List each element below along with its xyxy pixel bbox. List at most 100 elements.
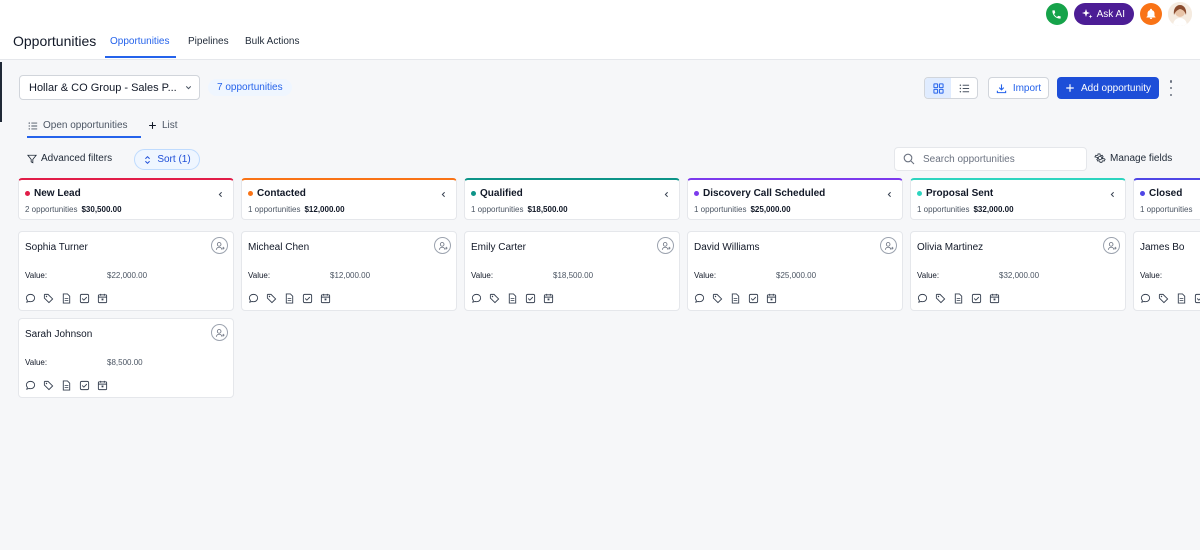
plus-icon: [1066, 84, 1074, 92]
sort-icon: [145, 155, 151, 164]
chevron-left-icon[interactable]: [216, 190, 225, 199]
comment-icon[interactable]: [25, 293, 36, 304]
document-icon[interactable]: [730, 293, 741, 304]
calendar-icon[interactable]: [97, 380, 108, 391]
document-icon[interactable]: [61, 293, 72, 304]
pipeline-select[interactable]: Hollar & CO Group - Sales P...: [19, 75, 200, 100]
more-options-button[interactable]: [1166, 80, 1176, 96]
advanced-filters-button[interactable]: Advanced filters: [27, 153, 112, 164]
import-label: Import: [1012, 82, 1042, 94]
tag-icon[interactable]: [935, 293, 946, 304]
import-button[interactable]: Import: [988, 77, 1049, 99]
calendar-icon[interactable]: [543, 293, 554, 304]
task-checkbox-icon[interactable]: [525, 293, 536, 304]
search-input[interactable]: [923, 153, 1073, 165]
chevron-left-icon[interactable]: [885, 190, 894, 199]
phone-button[interactable]: [1045, 3, 1068, 25]
list-icon: [959, 84, 969, 92]
gear-icon: [1094, 153, 1106, 163]
comment-icon[interactable]: [1140, 293, 1151, 304]
chevron-left-icon[interactable]: [662, 190, 671, 199]
opportunity-card[interactable]: David Williams Value: $25,000.00: [687, 231, 903, 311]
add-opportunity-button[interactable]: Add opportunity: [1057, 77, 1159, 99]
opportunity-card[interactable]: James Bo Value:: [1133, 231, 1200, 311]
advanced-filters-label: Advanced filters: [41, 153, 113, 164]
task-checkbox-icon[interactable]: [79, 380, 90, 391]
document-icon[interactable]: [61, 380, 72, 391]
document-icon[interactable]: [1176, 293, 1187, 304]
calendar-icon[interactable]: [97, 293, 108, 304]
task-checkbox-icon[interactable]: [79, 293, 90, 304]
tab-pipelines[interactable]: Pipelines: [188, 36, 229, 47]
notifications-button[interactable]: [1140, 3, 1162, 25]
search-box: [894, 147, 1087, 171]
add-list-button[interactable]: List: [148, 120, 178, 131]
document-icon[interactable]: [953, 293, 964, 304]
task-checkbox-icon[interactable]: [748, 293, 759, 304]
assign-user-button[interactable]: [434, 237, 451, 254]
view-tab-open-opportunities[interactable]: Open opportunities: [28, 120, 128, 131]
assign-user-button[interactable]: [211, 324, 228, 341]
tag-icon[interactable]: [43, 293, 54, 304]
opportunity-value: $12,000.00: [330, 271, 371, 280]
user-avatar[interactable]: [1168, 2, 1192, 26]
list-view-button[interactable]: [951, 78, 977, 98]
card-actions: [694, 293, 777, 304]
document-icon[interactable]: [284, 293, 295, 304]
grid-icon: [932, 82, 944, 94]
manage-fields-button[interactable]: Manage fields: [1094, 152, 1172, 164]
assign-user-button[interactable]: [880, 237, 897, 254]
assign-user-button[interactable]: [211, 237, 228, 254]
sort-button[interactable]: Sort (1): [134, 149, 200, 170]
comment-icon[interactable]: [471, 293, 482, 304]
task-checkbox-icon[interactable]: [1194, 293, 1200, 304]
opportunity-value: $25,000.00: [776, 271, 817, 280]
calendar-icon[interactable]: [320, 293, 331, 304]
card-actions: [1140, 293, 1200, 304]
stage-header: Closed 1 opportunities: [1133, 178, 1200, 220]
tab-opportunities[interactable]: Opportunities: [110, 36, 169, 47]
stage-count: 1 opportunities: [694, 205, 747, 214]
comment-icon[interactable]: [917, 293, 928, 304]
stage-header: Discovery Call Scheduled 1 opportunities…: [687, 178, 903, 220]
assign-user-button[interactable]: [1103, 237, 1120, 254]
chevron-left-icon[interactable]: [1108, 190, 1117, 199]
opportunity-card[interactable]: Micheal Chen Value: $12,000.00: [241, 231, 457, 311]
tab-bulk-actions[interactable]: Bulk Actions: [245, 36, 299, 47]
comment-icon[interactable]: [25, 380, 36, 391]
calendar-icon[interactable]: [766, 293, 777, 304]
active-view-indicator: [27, 136, 141, 138]
ask-ai-button[interactable]: Ask AI: [1073, 3, 1134, 25]
calendar-icon[interactable]: [989, 293, 1000, 304]
board-view-button[interactable]: [925, 78, 951, 98]
task-checkbox-icon[interactable]: [302, 293, 313, 304]
active-tab-indicator: [105, 56, 176, 58]
tag-icon[interactable]: [266, 293, 277, 304]
view-tab-label: Open opportunities: [43, 120, 128, 131]
opportunity-card[interactable]: Olivia Martinez Value: $32,000.00: [910, 231, 1126, 311]
opportunity-value: $18,500.00: [553, 271, 594, 280]
stage-total: $30,500.00: [81, 205, 122, 214]
assign-user-button[interactable]: [657, 237, 674, 254]
stage-color-dot: [917, 191, 922, 196]
opportunity-card[interactable]: Emily Carter Value: $18,500.00: [464, 231, 680, 311]
tag-icon[interactable]: [489, 293, 500, 304]
document-icon[interactable]: [507, 293, 518, 304]
stage-column: Closed 1 opportunities James Bo Value:: [1133, 178, 1200, 311]
tag-icon[interactable]: [43, 380, 54, 391]
tag-icon[interactable]: [1158, 293, 1169, 304]
opportunity-card[interactable]: Sophia Turner Value: $22,000.00: [18, 231, 234, 311]
opportunity-name: David Williams: [694, 242, 760, 253]
comment-icon[interactable]: [694, 293, 705, 304]
stage-count: 2 opportunities: [25, 205, 78, 214]
tag-icon[interactable]: [712, 293, 723, 304]
stage-header: New Lead 2 opportunities $30,500.00: [18, 178, 234, 220]
stage-color-dot: [694, 191, 699, 196]
stage-color-dot: [248, 191, 253, 196]
comment-icon[interactable]: [248, 293, 259, 304]
chevron-left-icon[interactable]: [439, 190, 448, 199]
task-checkbox-icon[interactable]: [971, 293, 982, 304]
download-icon: [996, 83, 1007, 93]
opportunity-name: James Bo: [1140, 242, 1185, 253]
opportunity-card[interactable]: Sarah Johnson Value: $8,500.00: [18, 318, 234, 398]
